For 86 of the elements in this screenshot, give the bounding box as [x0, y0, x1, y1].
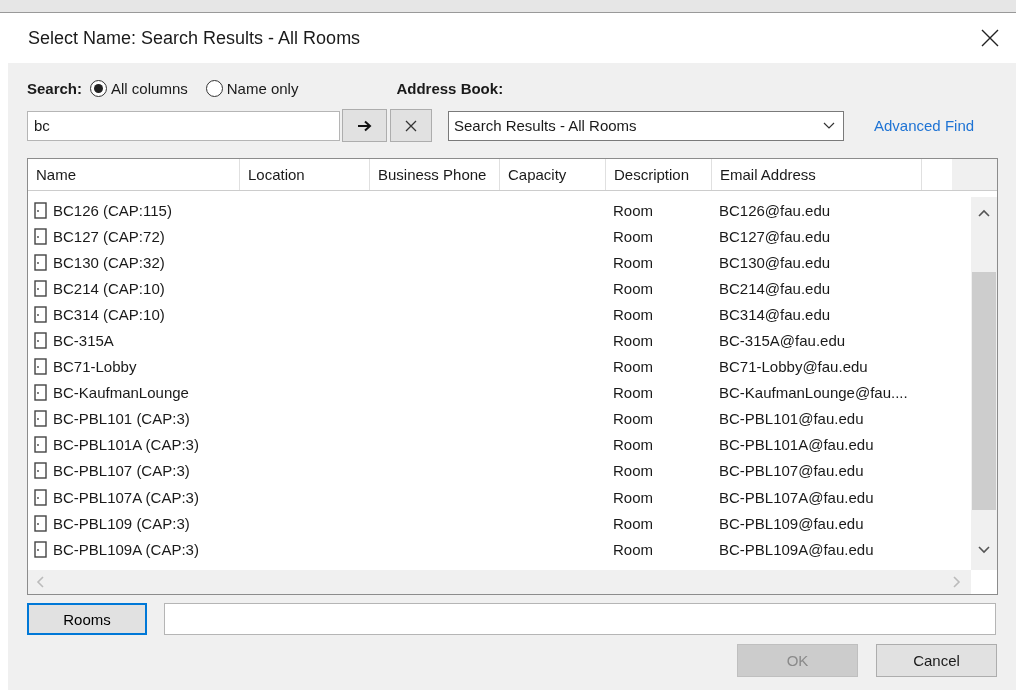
- table-cell-text: BC-PBL101A@fau.edu: [718, 436, 874, 454]
- search-label: Search:: [27, 79, 83, 97]
- table-cell-text: Room: [612, 305, 654, 323]
- table-cell-text: Room: [612, 436, 654, 454]
- table-cell-text: Room: [612, 514, 654, 532]
- table-cell-text: BC-PBL101@fau.edu: [718, 410, 864, 428]
- room-name[interactable]: BC127 (CAP:72): [53, 227, 165, 245]
- table-cell-text: BC-KaufmanLounge@fau....: [718, 384, 908, 402]
- recipient-field[interactable]: [164, 603, 996, 635]
- arrow-icon: [357, 119, 372, 132]
- table-cell-text: Room: [612, 358, 654, 376]
- scroll-down-icon[interactable]: [978, 546, 990, 554]
- door-icon: [34, 279, 47, 297]
- column-header[interactable]: Name: [28, 159, 240, 190]
- door-icon: [34, 410, 47, 428]
- table-cell-text: BC71-Lobby@fau.edu: [718, 358, 868, 376]
- table-cell-text: Room: [612, 462, 654, 480]
- door-icon: [34, 227, 47, 245]
- window-title: Select Name: Search Results - All Rooms: [28, 27, 361, 49]
- table-cell-text: BC314@fau.edu: [718, 305, 831, 323]
- column-header[interactable]: Location: [240, 159, 370, 190]
- table-cell-text: BC127@fau.edu: [718, 227, 831, 245]
- room-name[interactable]: BC126 (CAP:115): [53, 201, 172, 219]
- radio-button[interactable]: [90, 79, 108, 97]
- radio-option[interactable]: Name only: [205, 79, 299, 97]
- table-cell-text: Room: [612, 332, 654, 349]
- address-book-label: Address Book:: [396, 79, 504, 97]
- door-icon: [34, 305, 47, 323]
- chevron-down-icon: [823, 122, 835, 129]
- table-cell-text: Room: [612, 410, 654, 428]
- door-icon: [34, 540, 47, 558]
- search-field[interactable]: bc: [27, 110, 340, 141]
- column-header[interactable]: Capacity: [500, 159, 606, 190]
- door-icon: [34, 332, 47, 349]
- table-cell-text: Room: [612, 201, 654, 219]
- table-cell-text: BC-PBL107A@fau.edu: [718, 488, 874, 506]
- address-book-dropdown[interactable]: Search Results - All Rooms: [448, 110, 844, 141]
- go-button[interactable]: [342, 109, 387, 142]
- column-header[interactable]: Description: [606, 159, 712, 190]
- table-cell-text: Room: [612, 540, 654, 558]
- room-name[interactable]: BC-315A: [53, 332, 114, 349]
- door-icon: [34, 358, 47, 376]
- table-cell-text: BC126@fau.edu: [718, 201, 831, 219]
- room-name[interactable]: BC214 (CAP:10): [53, 279, 165, 297]
- header-filler: [952, 159, 997, 190]
- advanced-find-link[interactable]: Advanced Find: [874, 117, 975, 134]
- table-cell-text: BC130@fau.edu: [718, 253, 831, 271]
- room-name[interactable]: BC-PBL107A (CAP:3): [53, 488, 199, 506]
- door-icon: [34, 488, 47, 506]
- door-icon: [34, 201, 47, 219]
- room-name[interactable]: BC-PBL109A (CAP:3): [53, 540, 199, 558]
- table-cell-text: BC-PBL109A@fau.edu: [718, 540, 874, 558]
- room-name[interactable]: BC71-Lobby: [53, 358, 137, 376]
- table-cell-text: Room: [612, 384, 654, 402]
- room-name[interactable]: BC-PBL109 (CAP:3): [53, 514, 190, 532]
- scroll-up-icon[interactable]: [978, 209, 990, 217]
- table-cell-text: Room: [612, 279, 654, 297]
- table-cell-text: BC-315A@fau.edu: [718, 332, 846, 349]
- scrollbar-thumb[interactable]: [972, 272, 996, 510]
- room-name[interactable]: BC130 (CAP:32): [53, 253, 165, 271]
- dialog-button[interactable]: Cancel: [876, 644, 997, 677]
- table-cell-text: Room: [612, 488, 654, 506]
- table-cell-text: BC-PBL107@fau.edu: [718, 462, 864, 480]
- rooms-button[interactable]: Rooms: [27, 603, 147, 635]
- door-icon: [34, 253, 47, 271]
- close-icon: [981, 29, 999, 47]
- door-icon: [34, 514, 47, 532]
- room-name[interactable]: BC-PBL101 (CAP:3): [53, 410, 190, 428]
- door-icon: [34, 384, 47, 402]
- radio-label: Name only: [226, 79, 299, 97]
- room-name[interactable]: BC-PBL107 (CAP:3): [53, 462, 190, 480]
- table-cell-text: Room: [612, 227, 654, 245]
- radio-button[interactable]: [205, 79, 223, 97]
- radio-option[interactable]: All columns: [90, 79, 188, 97]
- table-cell-text: BC-PBL109@fau.edu: [718, 514, 864, 532]
- door-icon: [34, 436, 47, 454]
- table-cell-text: BC214@fau.edu: [718, 279, 831, 297]
- close-icon: [405, 119, 417, 132]
- column-header[interactable]: Email Address: [712, 159, 922, 190]
- table-cell-text: Room: [612, 253, 654, 271]
- radio-label: All columns: [111, 79, 188, 97]
- door-icon: [34, 462, 47, 480]
- column-header[interactable]: Business Phone: [370, 159, 500, 190]
- room-name[interactable]: BC-KaufmanLounge: [53, 384, 189, 402]
- room-name[interactable]: BC-PBL101A (CAP:3): [53, 436, 199, 454]
- room-name[interactable]: BC314 (CAP:10): [53, 305, 165, 323]
